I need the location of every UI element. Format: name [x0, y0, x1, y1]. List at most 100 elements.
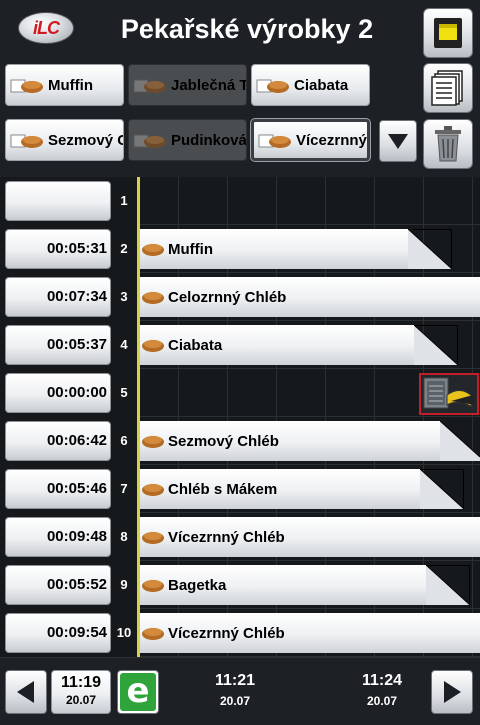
table-row: 00:05:46 7 Chléb s Mákem	[0, 465, 480, 513]
ilc-logo-icon: iLC	[18, 12, 74, 44]
delete-button[interactable]	[423, 119, 473, 169]
program-button-vicezrnny[interactable]: Vícezrnný	[250, 118, 371, 162]
timeline-tick: 11:21 20.07	[205, 672, 265, 708]
program-button-sezmovy[interactable]: Sezmový C	[5, 119, 124, 161]
table-row: 00:09:48 8 Vícezrnný Chléb	[0, 513, 480, 561]
rack-timer-button[interactable]: 00:05:46	[5, 469, 111, 509]
efficient-carelevel-button[interactable]: e	[117, 670, 159, 714]
current-time: 11:19	[60, 674, 102, 691]
current-date: 20.07	[65, 693, 97, 707]
bread-icon	[142, 628, 164, 640]
timeline-forward-button[interactable]	[431, 670, 473, 714]
program-bar[interactable]: Sezmový Chléb	[140, 421, 480, 461]
table-row: 1	[0, 177, 480, 225]
program-button-muffin[interactable]: Muffin	[5, 64, 124, 106]
rack-number: 7	[120, 481, 128, 496]
program-button-pudinkova[interactable]: Pudinková	[128, 119, 247, 161]
tick-time: 11:24	[361, 672, 403, 689]
program-button-jablecna[interactable]: Jablečná T	[128, 64, 247, 106]
rack-number: 6	[120, 433, 128, 448]
bar-end	[414, 325, 458, 365]
rack-timer-button[interactable]: 00:00:00	[5, 373, 111, 413]
program-bar[interactable]: Vícezrnný Chléb	[140, 517, 480, 557]
program-label: Sezmový C	[48, 131, 124, 149]
scroll-down-button[interactable]	[379, 120, 417, 162]
program-label: Vícezrnný	[296, 131, 367, 149]
bread-icon	[142, 292, 164, 304]
program-bar-label: Sezmový Chléb	[168, 432, 279, 450]
tick-time: 11:21	[214, 672, 256, 689]
rack-number: 4	[120, 337, 128, 352]
rack-number: 8	[120, 529, 128, 544]
rack-number: 2	[120, 241, 128, 256]
table-row: 00:05:52 9 Bagetka	[0, 561, 480, 609]
bar-end	[426, 565, 470, 605]
table-row: 00:06:42 6 Sezmový Chléb	[0, 417, 480, 465]
rack-number: 5	[120, 385, 128, 400]
rack-timer-button[interactable]: 00:07:34	[5, 277, 111, 317]
bread-icon	[142, 244, 164, 256]
trash-icon	[435, 126, 461, 162]
arrow-right-icon	[444, 681, 461, 703]
rack-number: 1	[120, 193, 128, 208]
timeline: 1 00:05:31 2 Muffin 00:07:34 3 Celozrnný…	[0, 177, 480, 657]
program-bar[interactable]: Muffin	[140, 229, 452, 269]
rack-timer-button[interactable]: 00:09:48	[5, 517, 111, 557]
rack-timer-button[interactable]: 00:05:52	[5, 565, 111, 605]
rack-timer-button[interactable]: 00:05:37	[5, 325, 111, 365]
oven-load-icon	[423, 377, 475, 409]
program-bar-label: Celozrnný Chléb	[168, 288, 287, 306]
list-icon	[431, 70, 463, 106]
table-row: 00:00:00 5	[0, 369, 480, 417]
bread-icon	[10, 134, 43, 148]
table-row: 00:05:37 4 Ciabata	[0, 321, 480, 369]
timeline-back-button[interactable]	[5, 670, 47, 714]
oven-icon[interactable]	[419, 373, 479, 415]
program-label: Pudinková	[171, 131, 247, 149]
program-bar-label: Vícezrnný Chléb	[168, 528, 285, 546]
table-row: 00:05:31 2 Muffin	[0, 225, 480, 273]
footer: 11:19 20.07 e 11:21 20.07 11:24 20.07	[0, 657, 480, 725]
rack-number: 10	[116, 625, 132, 640]
chevron-down-icon	[388, 134, 408, 149]
bar-end	[412, 229, 452, 269]
table-row: 00:09:54 10 Vícezrnný Chléb	[0, 609, 480, 657]
program-label: Muffin	[48, 76, 93, 94]
bread-icon	[142, 484, 164, 496]
list-button[interactable]	[423, 63, 473, 113]
header: iLC Pekařské výrobky 2	[0, 0, 480, 60]
cooking-path-button[interactable]	[423, 8, 473, 58]
program-bar-label: Muffin	[168, 240, 213, 258]
timeline-tick: 11:24 20.07	[352, 672, 412, 708]
rack-number: 9	[120, 577, 128, 592]
current-time-box[interactable]: 11:19 20.07	[51, 670, 111, 714]
program-label: Ciabata	[294, 76, 349, 94]
bread-icon	[133, 134, 166, 148]
bread-icon	[142, 340, 164, 352]
rack-number: 3	[120, 289, 128, 304]
bread-icon	[142, 436, 164, 448]
rack-timer-button[interactable]: 00:06:42	[5, 421, 111, 461]
table-row: 00:07:34 3 Celozrnný Chléb	[0, 273, 480, 321]
bread-icon	[142, 532, 164, 544]
program-bar[interactable]: Vícezrnný Chléb	[140, 613, 480, 653]
program-bar-label: Ciabata	[168, 336, 223, 354]
program-bar[interactable]: Chléb s Mákem	[140, 469, 464, 509]
tick-date: 20.07	[366, 694, 398, 708]
rack-timer-button[interactable]: 00:09:54	[5, 613, 111, 653]
bread-icon	[142, 580, 164, 592]
program-button-ciabata[interactable]: Ciabata	[251, 64, 370, 106]
program-bar[interactable]: Ciabata	[140, 325, 458, 365]
efficient-carelevel-icon: e	[120, 673, 156, 711]
logo-text: iLC	[33, 17, 60, 38]
rack-timer-button[interactable]: 00:05:31	[5, 229, 111, 269]
program-bar[interactable]: Celozrnný Chléb	[140, 277, 480, 317]
bread-icon	[256, 79, 289, 93]
program-bar-label: Chléb s Mákem	[168, 480, 278, 498]
arrow-left-icon	[17, 681, 34, 703]
program-bar[interactable]: Bagetka	[140, 565, 470, 605]
rack-timer-button[interactable]	[5, 181, 111, 221]
program-bar-label: Bagetka	[168, 576, 227, 594]
bread-icon	[258, 134, 291, 148]
bread-icon	[133, 79, 166, 93]
